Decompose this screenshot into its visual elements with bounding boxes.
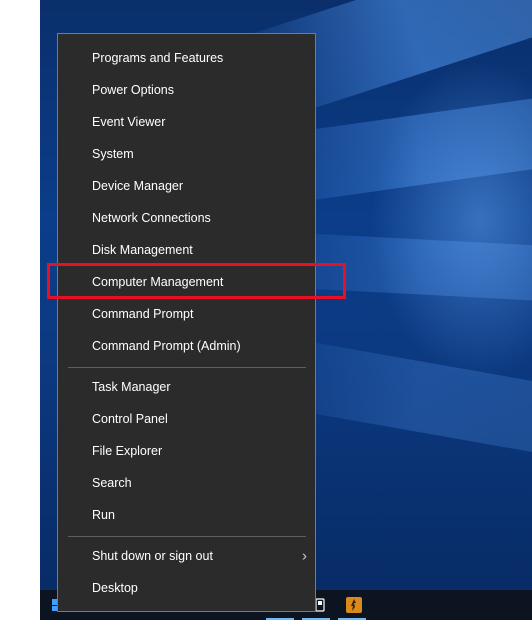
menu-separator	[68, 367, 306, 368]
menu-item-run[interactable]: Run	[58, 499, 315, 531]
menu-item-control-panel[interactable]: Control Panel	[58, 403, 315, 435]
highlight-annotation-box	[47, 263, 346, 299]
menu-item-search[interactable]: Search	[58, 467, 315, 499]
screen: Programs and Features Power Options Even…	[0, 0, 532, 644]
taskbar-indicator	[266, 618, 294, 620]
menu-item-programs-and-features[interactable]: Programs and Features	[58, 42, 315, 74]
menu-item-network-connections[interactable]: Network Connections	[58, 202, 315, 234]
menu-item-command-prompt[interactable]: Command Prompt	[58, 298, 315, 330]
menu-item-shut-down-or-sign-out[interactable]: Shut down or sign out ›	[58, 540, 315, 572]
menu-item-event-viewer[interactable]: Event Viewer	[58, 106, 315, 138]
wallpaper-glow	[370, 60, 532, 380]
menu-item-power-options[interactable]: Power Options	[58, 74, 315, 106]
menu-item-disk-management[interactable]: Disk Management	[58, 234, 315, 266]
chevron-right-icon: ›	[302, 547, 307, 565]
menu-item-command-prompt-admin[interactable]: Command Prompt (Admin)	[58, 330, 315, 362]
menu-separator	[68, 536, 306, 537]
win-x-context-menu: Programs and Features Power Options Even…	[57, 33, 316, 612]
taskbar-indicator	[302, 618, 330, 620]
menu-item-system[interactable]: System	[58, 138, 315, 170]
menu-item-device-manager[interactable]: Device Manager	[58, 170, 315, 202]
menu-item-desktop[interactable]: Desktop	[58, 572, 315, 604]
taskbar-indicator	[338, 618, 366, 620]
game-app-icon[interactable]	[340, 590, 368, 620]
menu-item-file-explorer[interactable]: File Explorer	[58, 435, 315, 467]
menu-item-task-manager[interactable]: Task Manager	[58, 371, 315, 403]
